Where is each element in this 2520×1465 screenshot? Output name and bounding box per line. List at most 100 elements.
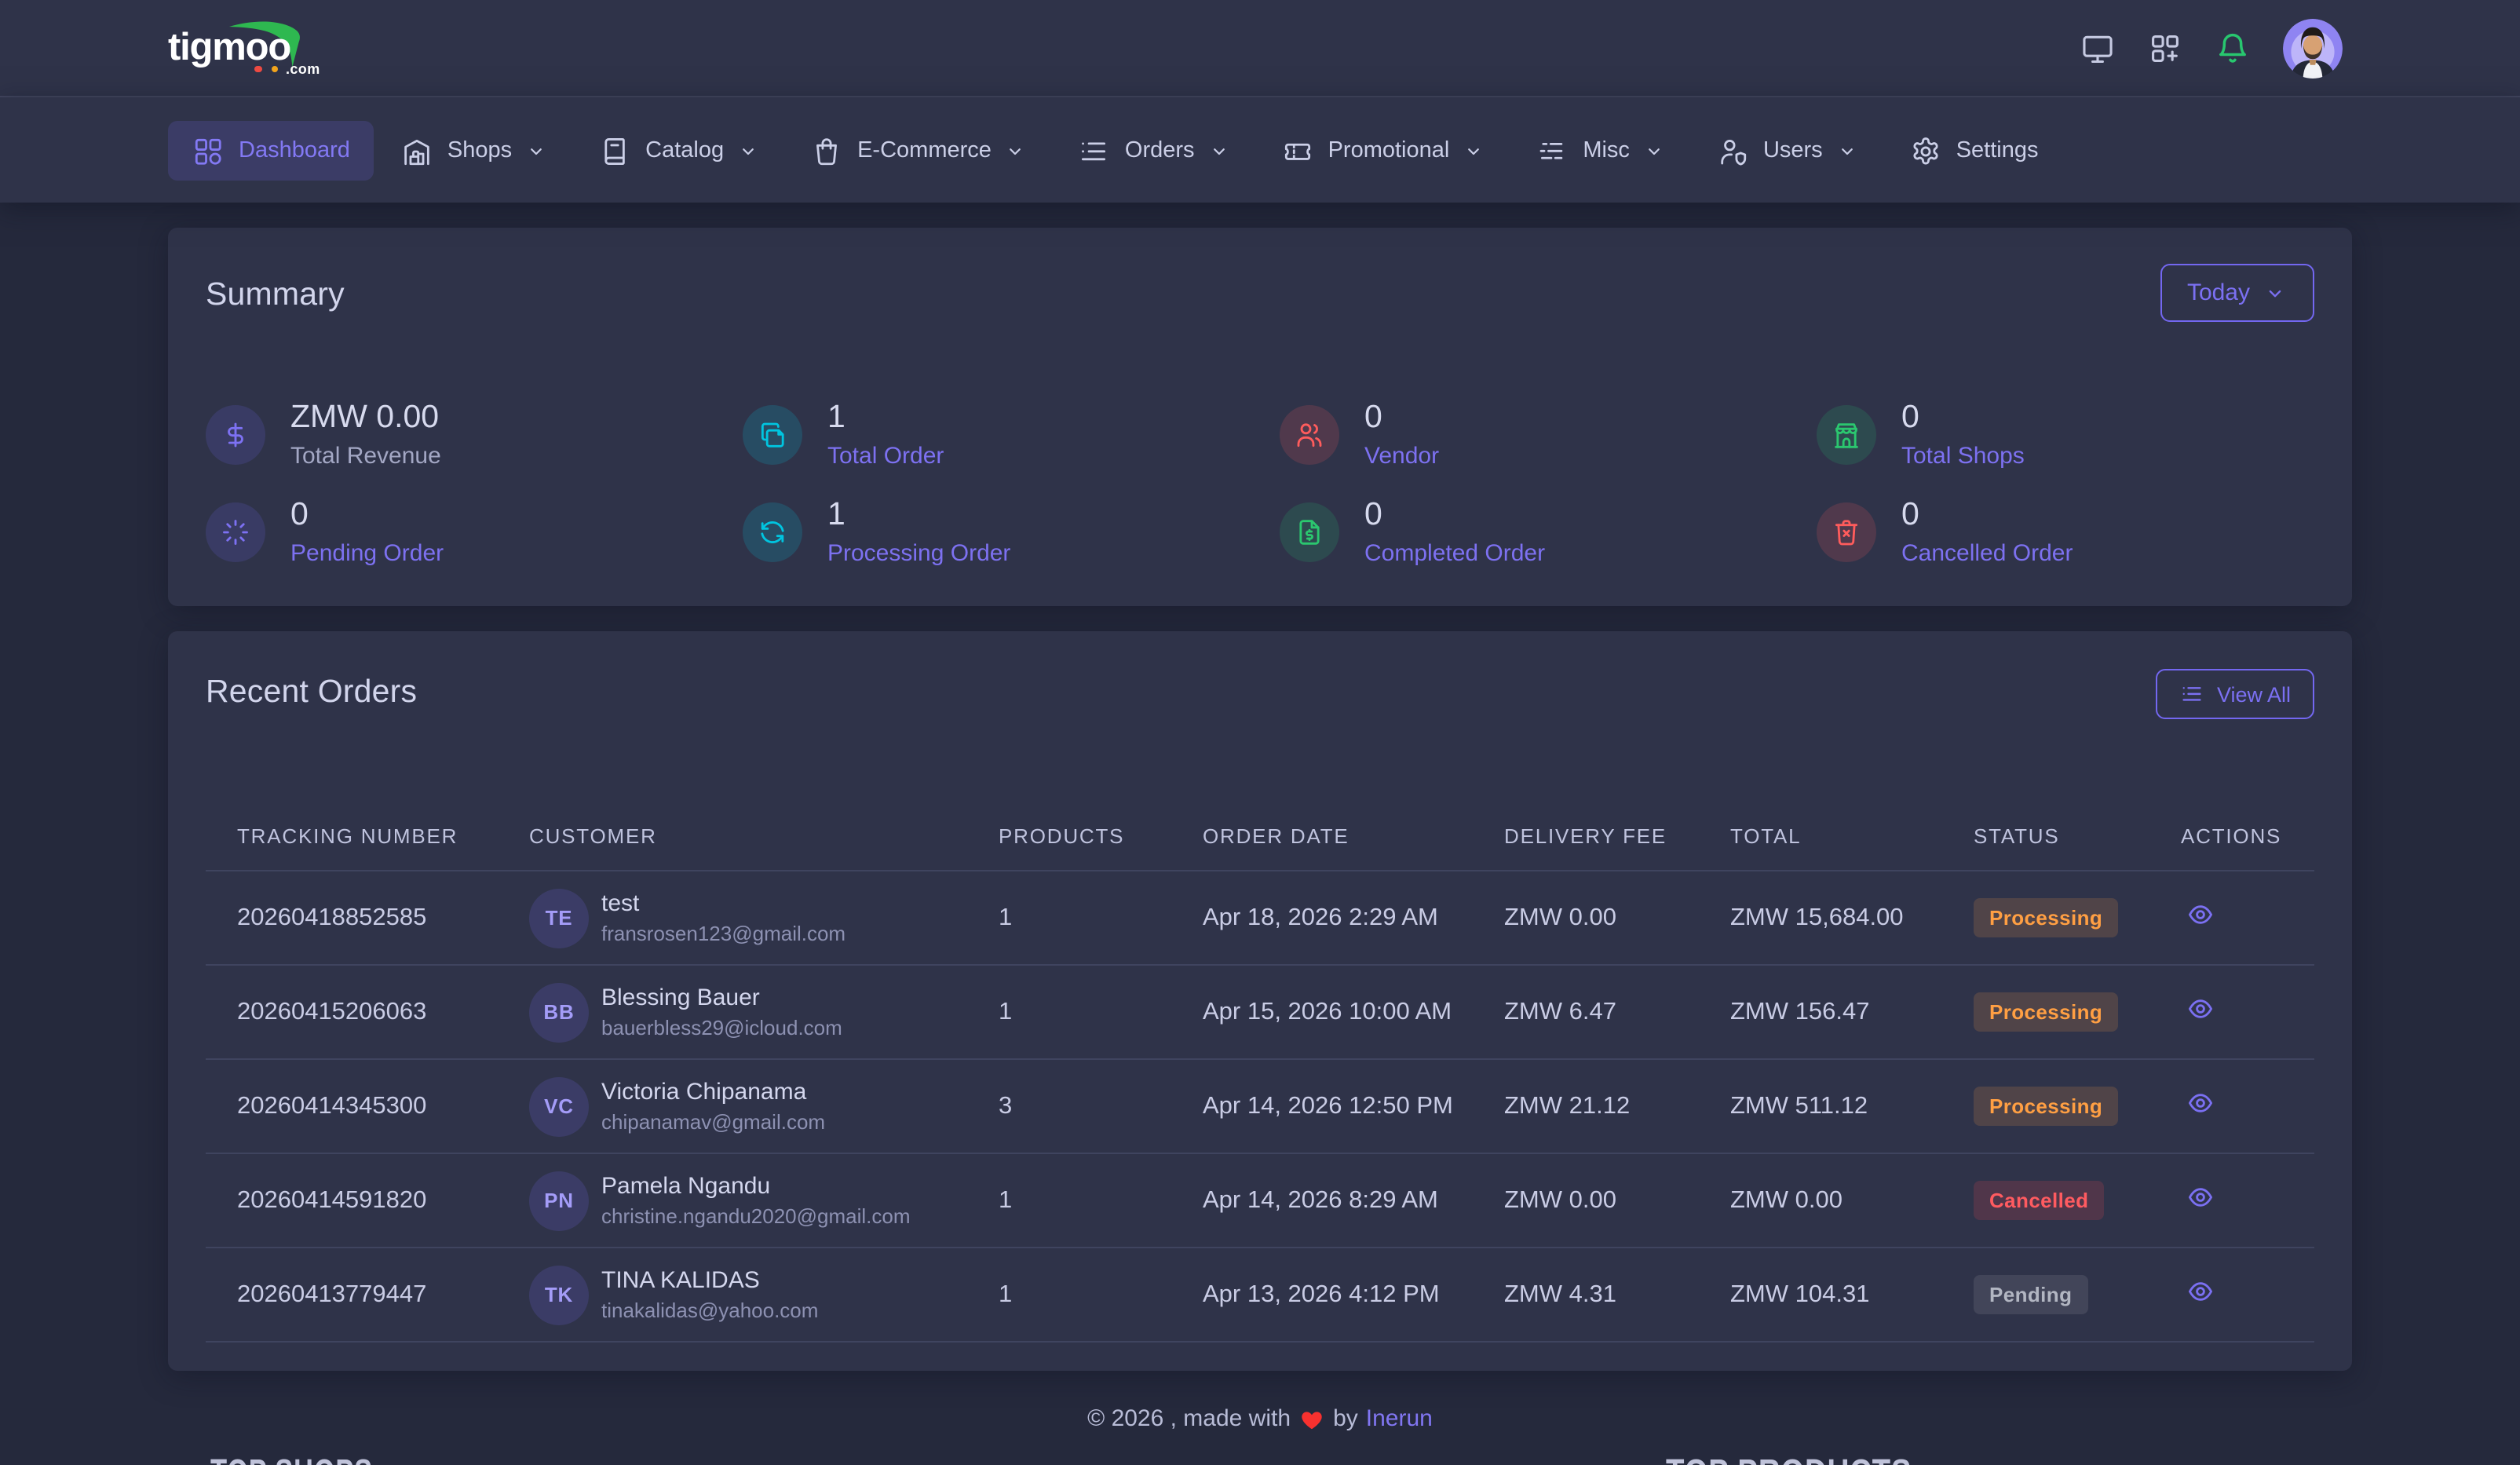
status-badge: Processing bbox=[1974, 992, 2118, 1032]
nav-item-label: E-Commerce bbox=[857, 138, 992, 163]
order-products-count: 1 bbox=[967, 1248, 1171, 1342]
logo-dot-red bbox=[254, 65, 262, 73]
customer-cell: VCVictoria Chipanamachipanamav@gmail.com bbox=[529, 1076, 936, 1136]
logo-wordmark: tigmoo bbox=[168, 29, 290, 67]
customer-avatar: VC bbox=[529, 1076, 589, 1136]
order-total: ZMW 156.47 bbox=[1699, 965, 1942, 1059]
bell-icon[interactable] bbox=[2215, 31, 2249, 65]
customer-email: christine.ngandu2020@gmail.com bbox=[601, 1203, 911, 1229]
nav-item-label: Dashboard bbox=[239, 138, 350, 163]
stat-total-revenue: ZMW 0.00Total Revenue bbox=[206, 397, 743, 473]
nav-item-dashboard[interactable]: Dashboard bbox=[168, 121, 374, 181]
view-order-eye-icon[interactable] bbox=[2187, 1089, 2214, 1116]
order-date: Apr 15, 2026 10:00 AM bbox=[1171, 965, 1473, 1059]
column-header-products: PRODUCTS bbox=[967, 806, 1171, 871]
nav-item-orders[interactable]: Orders bbox=[1054, 121, 1255, 181]
recent-orders-title: Recent Orders bbox=[206, 669, 417, 716]
order-total: ZMW 511.12 bbox=[1699, 1059, 1942, 1153]
chevron-down-icon bbox=[1004, 139, 1028, 163]
user-shield-icon bbox=[1716, 134, 1749, 167]
view-all-button[interactable]: View All bbox=[2156, 669, 2314, 719]
monitor-icon[interactable] bbox=[2080, 31, 2114, 65]
stat-total-shops: 0Total Shops bbox=[1817, 397, 2354, 473]
stat-pending-order: 0Pending Order bbox=[206, 495, 743, 570]
tigmoo-logo[interactable]: tigmoo .com bbox=[168, 0, 341, 97]
view-order-eye-icon[interactable] bbox=[2187, 995, 2214, 1021]
stat-label[interactable]: Processing Order bbox=[827, 539, 1010, 570]
order-row: 20260413779447TKTINA KALIDAStinakalidas@… bbox=[206, 1248, 2314, 1342]
nav-item-misc[interactable]: Misc bbox=[1512, 121, 1689, 181]
customer-avatar: TE bbox=[529, 888, 589, 948]
chevron-down-icon bbox=[2263, 280, 2288, 305]
list-icon bbox=[1078, 134, 1111, 167]
grid-plus-icon[interactable] bbox=[2147, 31, 2182, 65]
view-order-eye-icon[interactable] bbox=[2187, 1183, 2214, 1210]
stat-text: 1 Processing Order bbox=[827, 495, 1010, 570]
order-delivery-fee: ZMW 6.47 bbox=[1473, 965, 1699, 1059]
nav-item-label: Misc bbox=[1583, 138, 1630, 163]
customer-cell: PNPamela Nganduchristine.ngandu2020@gmai… bbox=[529, 1171, 936, 1230]
order-row: 20260414591820 PNPamela Nganduchristine.n… bbox=[206, 1153, 2314, 1248]
stat-value: 1 bbox=[827, 495, 1010, 534]
customer-name: Victoria Chipanama bbox=[601, 1077, 825, 1107]
view-order-eye-icon[interactable] bbox=[2187, 1277, 2214, 1304]
nav-item-label: Users bbox=[1763, 138, 1823, 163]
order-date: Apr 14, 2026 8:29 AM bbox=[1171, 1153, 1473, 1248]
order-row: 20260415206063BBBlessing Bauerbauerbless… bbox=[206, 965, 2314, 1059]
nav-item-promotional[interactable]: Promotional bbox=[1258, 121, 1510, 181]
customer-cell: TE testfransrosen123@gmail.com bbox=[529, 888, 936, 948]
chevron-down-icon bbox=[1207, 139, 1231, 163]
order-delivery-fee: ZMW 4.31 bbox=[1473, 1248, 1699, 1342]
nav-item-label: Orders bbox=[1125, 138, 1195, 163]
footer-brand-link[interactable]: Inerun bbox=[1366, 1405, 1433, 1431]
view-order-eye-icon[interactable] bbox=[2187, 901, 2214, 927]
dashboard-page: tigmoo .com Dashboard Shops Catalog E-Comme… bbox=[0, 0, 2520, 1465]
stat-label[interactable]: Cancelled Order bbox=[1901, 539, 2073, 570]
dollar-icon bbox=[206, 405, 265, 465]
clipped-next-section-text-left: TOP SHOPS bbox=[210, 1456, 373, 1465]
order-date: Apr 13, 2026 4:12 PM bbox=[1171, 1248, 1473, 1342]
nav-item-catalog[interactable]: Catalog bbox=[575, 121, 783, 181]
grid-icon bbox=[192, 134, 225, 167]
order-date: Apr 18, 2026 2:29 AM bbox=[1171, 871, 1473, 965]
book-icon bbox=[598, 134, 631, 167]
chevron-down-icon bbox=[736, 139, 760, 163]
stat-label[interactable]: Vendor bbox=[1364, 441, 1439, 473]
stat-cancelled-order: 0Cancelled Order bbox=[1817, 495, 2354, 570]
heart-icon bbox=[1298, 1408, 1325, 1431]
customer-name: Blessing Bauer bbox=[601, 983, 842, 1013]
date-range-button[interactable]: Today bbox=[2160, 264, 2314, 322]
refresh-icon bbox=[743, 502, 802, 562]
order-products-count: 3 bbox=[967, 1059, 1171, 1153]
stat-label[interactable]: Total Order bbox=[827, 441, 944, 473]
view-all-label: View All bbox=[2217, 682, 2291, 706]
stat-completed-order: 0 Completed Order bbox=[1280, 495, 1817, 570]
status-badge: Processing bbox=[1974, 1087, 2118, 1126]
stat-processing-order: 1 Processing Order bbox=[743, 495, 1280, 570]
nav-item-e-commerce[interactable]: E-Commerce bbox=[787, 121, 1051, 181]
order-tracking-number: 20260414591820 bbox=[206, 1153, 498, 1248]
column-header-delivery-fee: DELIVERY FEE bbox=[1473, 806, 1699, 871]
stat-text: ZMW 0.00Total Revenue bbox=[290, 397, 441, 473]
stat-label[interactable]: Completed Order bbox=[1364, 539, 1545, 570]
user-avatar[interactable] bbox=[2282, 18, 2342, 78]
stat-label[interactable]: Pending Order bbox=[290, 539, 444, 570]
stat-label[interactable]: Total Shops bbox=[1901, 441, 2025, 473]
page-content: Summary Today ZMW 0.00Total Revenue1Tota… bbox=[168, 228, 2352, 1371]
column-header-total: TOTAL bbox=[1699, 806, 1942, 871]
nav-item-label: Catalog bbox=[645, 138, 724, 163]
nav-item-label: Shops bbox=[447, 138, 512, 163]
order-delivery-fee: ZMW 0.00 bbox=[1473, 871, 1699, 965]
customer-email: fransrosen123@gmail.com bbox=[601, 920, 845, 947]
nav-item-shops[interactable]: Shops bbox=[377, 121, 572, 181]
recent-orders-card: Recent Orders View All TRACKING NUMBERCU… bbox=[168, 631, 2352, 1371]
nav-item-settings[interactable]: Settings bbox=[1886, 121, 2062, 181]
bag-icon bbox=[810, 134, 843, 167]
order-row: 20260414345300VCVictoria Chipanamachipan… bbox=[206, 1059, 2314, 1153]
order-total: ZMW 104.31 bbox=[1699, 1248, 1942, 1342]
customer-name: test bbox=[601, 889, 845, 919]
gear-icon bbox=[1909, 134, 1942, 167]
column-header-actions: ACTIONS bbox=[2149, 806, 2314, 871]
stat-value: 0 bbox=[1364, 495, 1545, 534]
nav-item-users[interactable]: Users bbox=[1693, 121, 1883, 181]
